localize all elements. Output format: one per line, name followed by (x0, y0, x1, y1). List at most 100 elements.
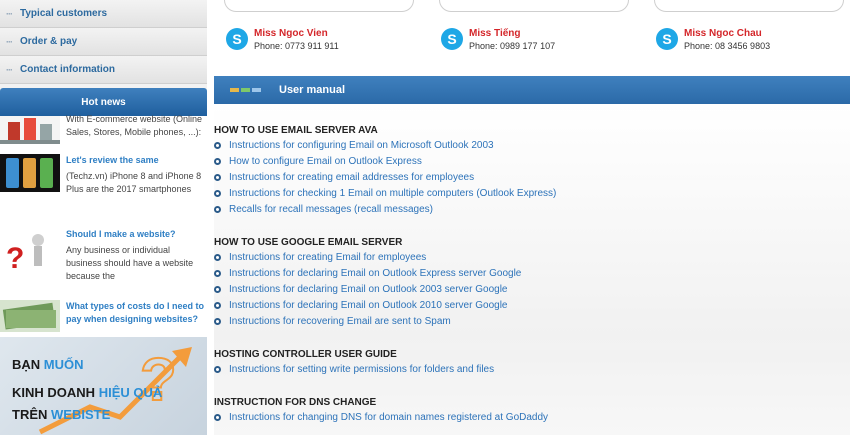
contact-item: S Miss Tiếng Phone: 0989 177 107 (441, 28, 555, 53)
list-item: With E-commerce website (Online Sales, S… (66, 113, 206, 139)
news-thumbnail-iphone[interactable] (0, 154, 60, 192)
manual-link[interactable]: Instructions for creating Email for empl… (214, 252, 426, 263)
manual-link-text[interactable]: Instructions for configuring Email on Mi… (229, 140, 494, 151)
skype-icon[interactable]: S (656, 28, 678, 50)
manual-link-text[interactable]: Instructions for setting write permissio… (229, 364, 494, 375)
sidebar-item-contact-information[interactable]: ··· Contact information (0, 56, 207, 84)
manual-link[interactable]: Instructions for configuring Email on Mi… (214, 140, 494, 151)
hot-news-list: With E-commerce website (Online Sales, S… (0, 113, 207, 337)
banner-text: KINH DOANH (12, 385, 96, 400)
manual-link-text[interactable]: Instructions for declaring Email on Outl… (229, 300, 507, 311)
bullet-icon (214, 142, 221, 149)
manual-link[interactable]: Instructions for declaring Email on Outl… (214, 284, 507, 295)
dots-icon: ··· (6, 8, 13, 19)
bullet-icon (214, 174, 221, 181)
section-heading: HOSTING CONTROLLER USER GUIDE (214, 349, 397, 360)
contact-phone: Phone: 0989 177 107 (469, 41, 556, 51)
svg-text:?: ? (6, 242, 24, 274)
skype-icon[interactable]: S (226, 28, 248, 50)
banner-text-highlight: HIỆU QUẢ (98, 385, 163, 400)
news-title[interactable]: Let's review the same (66, 154, 206, 167)
bullet-icon (214, 254, 221, 261)
manual-link-text[interactable]: Instructions for changing DNS for domain… (229, 412, 548, 423)
contact-name: Miss Ngoc Chau (684, 28, 762, 39)
sidebar-item-label: Order & pay (20, 36, 78, 47)
banner-line-2: KINH DOANH HIỆU QUẢ (12, 385, 162, 400)
news-thumbnail-question[interactable]: ? (0, 228, 60, 275)
news-summary: Any business or individual business shou… (66, 245, 194, 281)
banner-text-highlight: MUỐN (43, 357, 84, 372)
manual-link-text[interactable]: Instructions for creating email addresse… (229, 172, 474, 183)
bullet-icon (214, 158, 221, 165)
dots-icon: ··· (6, 64, 13, 75)
bullet-icon (214, 206, 221, 213)
contact-item: S Miss Ngoc Chau Phone: 08 3456 9803 (656, 28, 770, 53)
news-thumbnail-money[interactable] (0, 300, 60, 332)
sidebar-item-order-pay[interactable]: ··· Order & pay (0, 28, 207, 56)
contact-name: Miss Tiếng (469, 28, 521, 39)
manual-link[interactable]: Instructions for declaring Email on Outl… (214, 268, 521, 279)
manual-link-text[interactable]: Instructions for checking 1 Email on mul… (229, 188, 556, 199)
bullet-icon (214, 414, 221, 421)
bullet-icon (214, 286, 221, 293)
contact-item: S Miss Ngoc Vien Phone: 0773 911 911 (226, 28, 339, 53)
contact-phone: Phone: 08 3456 9803 (684, 41, 771, 51)
bullet-icon (214, 270, 221, 277)
banner-question-mark: ? (139, 345, 178, 414)
contact-name: Miss Ngoc Vien (254, 28, 328, 39)
dots-icon: ··· (6, 36, 13, 47)
list-item: Should I make a website? Any business or… (66, 228, 206, 283)
list-item: Let's review the same (Techz.vn) iPhone … (66, 154, 206, 196)
sidebar-item-typical-customers[interactable]: ··· Typical customers (0, 0, 207, 28)
bullet-icon (214, 318, 221, 325)
manual-link-text[interactable]: Instructions for declaring Email on Outl… (229, 268, 521, 279)
skype-icon[interactable]: S (441, 28, 463, 50)
banner-text-highlight: WEBISTE (51, 407, 111, 422)
bullet-icon (214, 302, 221, 309)
section-heading: HOW TO USE EMAIL SERVER AVA (214, 125, 378, 136)
contact-phone: Phone: 0773 911 911 (254, 41, 339, 51)
user-manual-header: User manual (214, 76, 850, 104)
news-title[interactable]: What types of costs do I need to pay whe… (66, 300, 206, 326)
manual-link-text[interactable]: Instructions for declaring Email on Outl… (229, 284, 507, 295)
banner-line-3: TRÊN WEBISTE (12, 407, 110, 422)
sidebar-item-label: Contact information (20, 64, 115, 75)
list-item: What types of costs do I need to pay whe… (66, 300, 206, 326)
banner-line-1: BẠN MUỐN (12, 357, 84, 372)
manual-link[interactable]: How to configure Email on Outlook Expres… (214, 156, 422, 167)
support-contacts: S Miss Ngoc Vien Phone: 0773 911 911 S M… (214, 0, 850, 70)
manual-link[interactable]: Instructions for checking 1 Email on mul… (214, 188, 556, 199)
manual-link[interactable]: Instructions for recovering Email are se… (214, 316, 451, 327)
bullet-icon (214, 366, 221, 373)
manual-link[interactable]: Instructions for setting write permissio… (214, 364, 494, 375)
manual-link[interactable]: Recalls for recall messages (recall mess… (214, 204, 433, 215)
sidebar-item-label: Typical customers (20, 8, 108, 19)
manual-link-text[interactable]: Instructions for recovering Email are se… (229, 316, 451, 327)
hot-news-header: Hot news (0, 88, 207, 116)
section-title: User manual (279, 84, 346, 96)
news-summary: With E-commerce website (Online Sales, S… (66, 114, 203, 137)
section-heading: HOW TO USE GOOGLE EMAIL SERVER (214, 237, 403, 248)
contact-card-top (654, 0, 844, 12)
manual-link[interactable]: Instructions for changing DNS for domain… (214, 412, 548, 423)
news-summary: (Techz.vn) iPhone 8 and iPhone 8 Plus ar… (66, 171, 202, 194)
decor-square-icon (230, 88, 239, 92)
sidebar: ··· Typical customers ··· Order & pay ··… (0, 0, 207, 435)
bullet-icon (214, 190, 221, 197)
decor-square-icon (241, 88, 250, 92)
manual-link-text[interactable]: Instructions for creating Email for empl… (229, 252, 426, 263)
news-thumbnail-shop[interactable] (0, 116, 60, 144)
manual-link-text[interactable]: How to configure Email on Outlook Expres… (229, 156, 422, 167)
user-manual-content: HOW TO USE EMAIL SERVER AVA Instructions… (214, 104, 850, 435)
manual-link-text[interactable]: Recalls for recall messages (recall mess… (229, 204, 433, 215)
news-title[interactable]: Should I make a website? (66, 228, 206, 241)
banner-text: TRÊN (12, 407, 48, 422)
contact-card-top (439, 0, 629, 12)
promo-banner[interactable]: ? BẠN MUỐN KINH DOANH HIỆU QUẢ TRÊN WEBI… (0, 337, 207, 435)
contact-card-top (224, 0, 414, 12)
manual-link[interactable]: Instructions for creating email addresse… (214, 172, 474, 183)
section-heading: INSTRUCTION FOR DNS CHANGE (214, 397, 377, 408)
manual-link[interactable]: Instructions for declaring Email on Outl… (214, 300, 507, 311)
banner-text: BẠN (12, 357, 41, 372)
decor-square-icon (252, 88, 261, 92)
